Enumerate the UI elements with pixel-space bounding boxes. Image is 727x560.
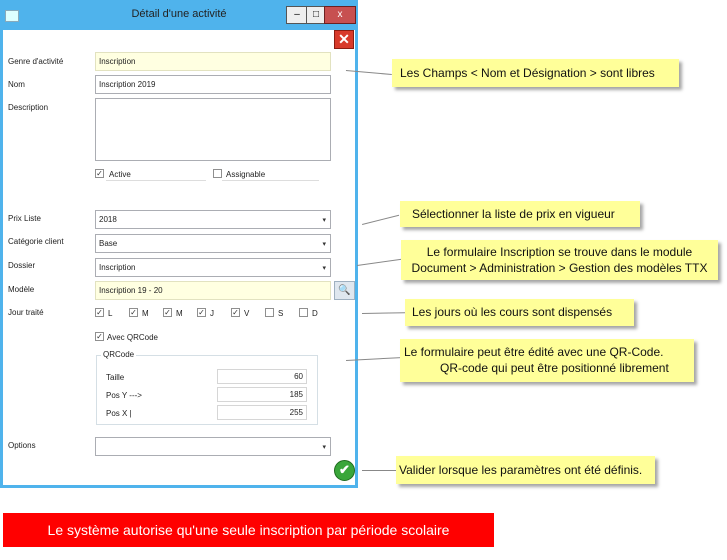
taille-label: Taille [106,373,125,382]
genre-field: Inscription [95,52,331,71]
prix-liste-value: 2018 [99,215,117,224]
checkmark-icon: ✔ [339,462,350,477]
day-checkbox[interactable]: ✓ [163,308,172,317]
day-checkbox[interactable]: ✓ [197,308,206,317]
qrcode-group-label: QRCode [101,350,137,359]
posx-label: Pos X | [106,409,132,418]
description-textarea[interactable] [95,98,331,161]
callout-connector [357,258,402,266]
callout-dossier: Le formulaire Inscription se trouve dans… [401,240,718,280]
posy-input[interactable]: 185 [217,387,307,402]
callout-jours: Les jours où les cours sont dispensés [405,299,634,326]
window-close-button[interactable]: x [324,6,356,24]
genre-label: Genre d'activité [8,57,64,66]
dossier-value: Inscription [99,263,136,272]
chevron-down-icon: ▾ [322,217,326,224]
day-checkbox[interactable] [299,308,308,317]
nom-input[interactable]: Inscription 2019 [95,75,331,94]
posx-input[interactable]: 255 [217,405,307,420]
taille-input[interactable]: 60 [217,369,307,384]
day-label: M [142,309,149,318]
modele-label: Modèle [8,285,35,294]
prix-liste-label: Prix Liste [8,214,41,223]
callout-qrcode: Le formulaire peut être édité avec une Q… [400,339,694,382]
callout-connector [362,470,397,471]
day-checkbox[interactable]: ✓ [231,308,240,317]
day-label: M [176,309,183,318]
callout-qrcode-line1: Le formulaire peut être édité avec une Q… [404,345,664,359]
chevron-down-icon: ▾ [322,241,326,248]
jour-traite-label: Jour traité [8,308,44,317]
callout-connector [362,214,400,225]
qrcode-checkbox[interactable]: ✓ [95,332,104,341]
active-label: Active [109,170,131,179]
maximize-button[interactable]: □ [306,6,326,24]
dossier-label: Dossier [8,261,36,270]
day-checkbox[interactable]: ✓ [95,308,104,317]
day-label: J [210,309,214,318]
day-label: D [312,309,318,318]
callout-nom: Les Champs < Nom et Désignation > sont l… [392,59,679,87]
options-select[interactable]: ▾ [95,437,331,456]
modele-field: Inscription 19 - 20 [95,281,331,300]
day-checkbox[interactable] [265,308,274,317]
chevron-down-icon: ▾ [322,265,326,272]
categorie-select[interactable]: Base ▾ [95,234,331,253]
day-label: V [244,309,250,318]
chevron-down-icon: ▾ [322,444,326,451]
description-label: Description [8,103,49,112]
info-banner: Le système autorise qu'une seule inscrip… [3,513,494,547]
callout-valider: Valider lorsque les paramètres ont été d… [396,456,655,484]
callout-connector [362,312,406,314]
categorie-value: Base [99,239,118,248]
validate-button[interactable]: ✔ [334,460,355,481]
day-label: L [108,309,113,318]
qrcode-check-label: Avec QRCode [107,333,158,342]
close-icon[interactable]: ✕ [334,30,354,49]
dossier-select[interactable]: Inscription ▾ [95,258,331,277]
posy-label: Pos Y ---> [106,391,142,400]
options-label: Options [8,441,36,450]
active-checkbox[interactable]: ✓ [95,169,104,178]
categorie-label: Catégorie client [8,237,64,246]
callout-qrcode-line2: QR-code qui peut être positionné libreme… [440,361,669,375]
prix-liste-select[interactable]: 2018 ▾ [95,210,331,229]
binoculars-icon[interactable]: 🔍 [334,281,355,300]
day-checkbox[interactable]: ✓ [129,308,138,317]
callout-dossier-line2: Document > Administration > Gestion des … [411,261,708,275]
day-label: S [278,309,284,318]
divider [106,180,206,181]
assignable-checkbox[interactable] [213,169,222,178]
callout-prix: Sélectionner la liste de prix en vigueur [400,201,640,227]
assignable-label: Assignable [226,170,266,179]
minimize-button[interactable]: – [286,6,308,24]
divider [222,180,319,181]
callout-dossier-line1: Le formulaire Inscription se trouve dans… [426,245,693,259]
nom-label: Nom [8,80,25,89]
